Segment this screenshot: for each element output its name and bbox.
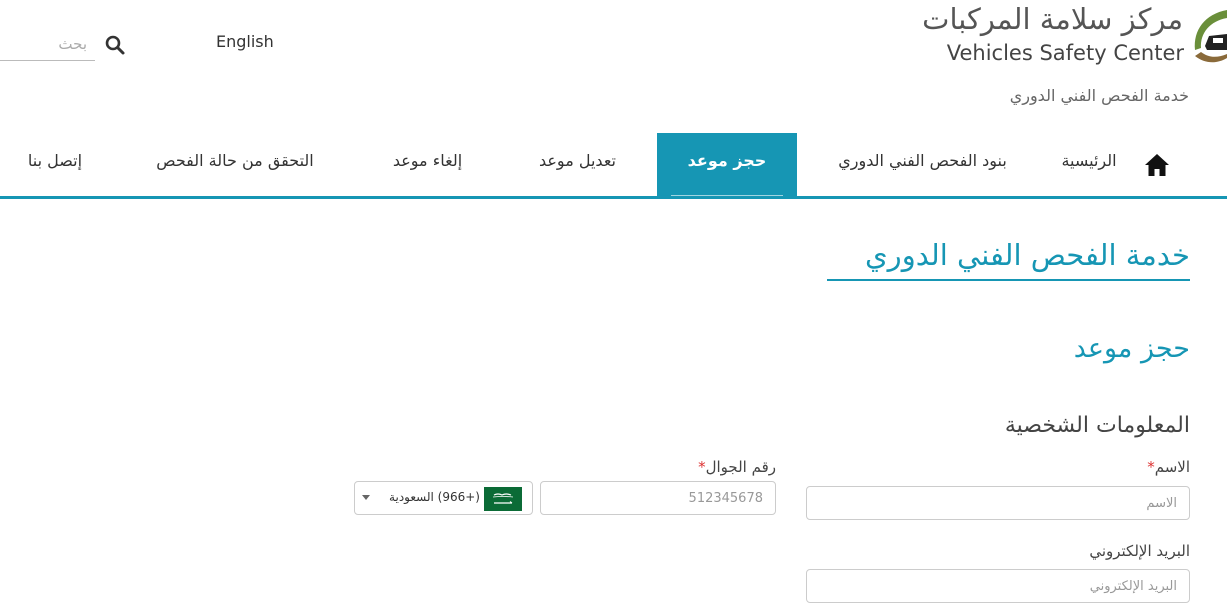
nav-item-edit-appointment[interactable]: تعديل موعد: [515, 133, 640, 197]
nav-item-book-appointment-label: حجز موعد: [687, 151, 767, 170]
nav-bottom-border: [0, 196, 1227, 199]
logo-text-arabic: مركز سلامة المركبات: [922, 2, 1183, 36]
nav-item-inspection-items[interactable]: بنود الفحص الفني الدوري: [815, 133, 1030, 197]
email-input[interactable]: [806, 569, 1190, 603]
logo-text-english: Vehicles Safety Center: [946, 41, 1184, 65]
email-label: البريد الإلكتروني: [1089, 542, 1190, 560]
mobile-input[interactable]: [540, 481, 776, 515]
language-switch-link[interactable]: English: [216, 32, 274, 51]
mobile-label: رقم الجوال*: [698, 458, 776, 476]
nav-item-book-appointment[interactable]: حجز موعد: [657, 133, 797, 197]
country-code-value: (+966) السعودية: [389, 490, 480, 504]
main-nav: الرئيسية بنود الفحص الفني الدوري حجز موع…: [0, 133, 1227, 197]
home-icon[interactable]: [1143, 151, 1171, 179]
required-mark: *: [1147, 458, 1155, 476]
name-input[interactable]: [806, 486, 1190, 520]
personal-info-heading: المعلومات الشخصية: [1004, 413, 1190, 438]
required-mark: *: [698, 458, 706, 476]
search-icon[interactable]: [104, 34, 126, 56]
page-title-underline: [827, 279, 1190, 281]
mobile-label-text: رقم الجوال: [705, 458, 776, 476]
chevron-down-icon: [362, 495, 370, 500]
service-subtitle: خدمة الفحص الفني الدوري: [1009, 86, 1189, 105]
nav-item-check-status[interactable]: التحقق من حالة الفحص: [140, 133, 330, 197]
nav-item-contact[interactable]: إتصل بنا: [15, 133, 95, 197]
logo-mark-icon: [1194, 10, 1227, 63]
name-label-text: الاسم: [1154, 458, 1190, 476]
saudi-flag-icon: [484, 487, 522, 511]
country-code-select[interactable]: (+966) السعودية: [354, 481, 533, 515]
section-title: حجز موعد: [1073, 333, 1190, 364]
nav-item-cancel-appointment[interactable]: إلغاء موعد: [370, 133, 485, 197]
page-title: خدمة الفحص الفني الدوري: [864, 238, 1190, 272]
nav-item-home[interactable]: الرئيسية: [1045, 133, 1133, 197]
search-input[interactable]: [0, 28, 95, 60]
name-label: الاسم*: [1147, 458, 1190, 476]
search-box: [0, 28, 95, 61]
